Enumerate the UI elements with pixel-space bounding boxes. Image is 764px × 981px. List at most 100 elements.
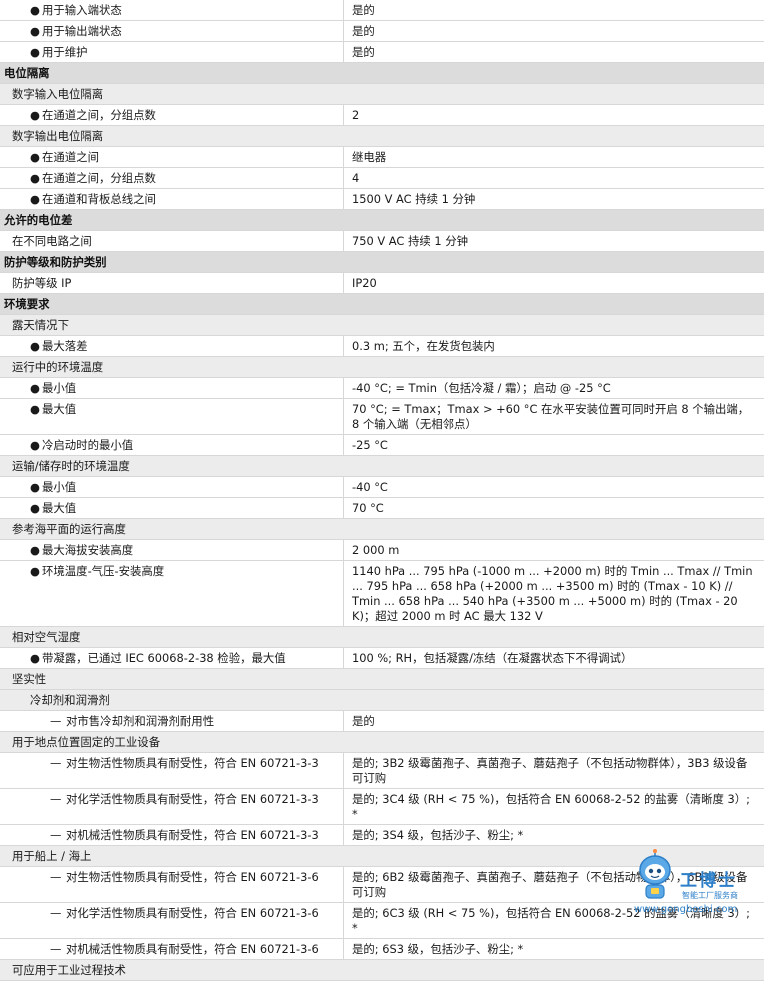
spec-label: 在通道和背板总线之间 bbox=[42, 192, 156, 206]
spec-label: 冷却剂和润滑剂 bbox=[30, 693, 110, 707]
bullet-icon: ● bbox=[30, 564, 40, 578]
spec-value bbox=[343, 456, 764, 476]
subsection-header: 数字输入电位隔离 bbox=[0, 84, 764, 105]
section-header: 防护等级和防护类别 bbox=[0, 252, 764, 273]
spec-value bbox=[343, 315, 764, 335]
section-header: 环境要求 bbox=[0, 294, 764, 315]
spec-label: 最大值 bbox=[42, 501, 77, 515]
spec-row: — 对机械活性物质具有耐受性，符合 EN 60721-3-6 是的; 6S3 级，包… bbox=[0, 939, 764, 960]
spec-value: 100 %; RH，包括凝露/冻结（在凝露状态下不得调试） bbox=[343, 648, 764, 668]
bullet-icon: ● bbox=[30, 480, 40, 494]
spec-row: ● 最大海拔安装高度 2 000 m bbox=[0, 540, 764, 561]
spec-label-cell: 露天情况下 bbox=[0, 315, 343, 335]
spec-label-cell: 数字输出电位隔离 bbox=[0, 126, 343, 146]
spec-value bbox=[343, 210, 764, 230]
spec-label-cell: 防护等级和防护类别 bbox=[0, 252, 343, 272]
subsection-header: 参考海平面的运行高度 bbox=[0, 519, 764, 540]
spec-label: 在通道之间，分组点数 bbox=[42, 171, 156, 185]
subsection-header: 可应用于工业过程技术 bbox=[0, 960, 764, 981]
spec-value: 是的 bbox=[343, 42, 764, 62]
spec-row: ● 最小值 -40 °C bbox=[0, 477, 764, 498]
spec-label-cell: ● 最小值 bbox=[0, 477, 343, 497]
spec-label: 在通道之间，分组点数 bbox=[42, 108, 156, 122]
spec-label-cell: 电位隔离 bbox=[0, 63, 343, 83]
spec-label-cell: 用于船上 / 海上 bbox=[0, 846, 343, 866]
spec-label: 电位隔离 bbox=[4, 66, 50, 80]
spec-label: 相对空气湿度 bbox=[12, 630, 81, 644]
spec-label: 数字输出电位隔离 bbox=[12, 129, 104, 143]
spec-row: ● 最大值 70 °C bbox=[0, 498, 764, 519]
spec-label-cell: ● 最小值 bbox=[0, 378, 343, 398]
spec-value: 750 V AC 持续 1 分钟 bbox=[343, 231, 764, 251]
spec-value: 70 °C; = Tmax；Tmax > +60 °C 在水平安装位置可同时开启… bbox=[343, 399, 764, 434]
spec-row: — 对市售冷却剂和润滑剂耐用性 是的 bbox=[0, 711, 764, 732]
spec-value: -40 °C; = Tmin（包括冷凝 / 霜）；启动 @ -25 °C bbox=[343, 378, 764, 398]
spec-row: — 对机械活性物质具有耐受性，符合 EN 60721-3-3 是的; 3S4 级，包… bbox=[0, 825, 764, 846]
spec-label-cell: ● 用于输入端状态 bbox=[0, 0, 343, 20]
spec-label-cell: 冷却剂和润滑剂 bbox=[0, 690, 343, 710]
dash-icon: — bbox=[50, 756, 62, 770]
spec-value bbox=[343, 627, 764, 647]
spec-label-cell: 用于地点位置固定的工业设备 bbox=[0, 732, 343, 752]
spec-label-cell: 数字输入电位隔离 bbox=[0, 84, 343, 104]
spec-label-cell: ● 在通道之间 bbox=[0, 147, 343, 167]
spec-value: 是的; 3B2 级霉菌孢子、真菌孢子、蘑菇孢子（不包括动物群体），3B3 级设备… bbox=[343, 753, 764, 788]
spec-label: 对生物活性物质具有耐受性，符合 EN 60721-3-3 bbox=[66, 756, 319, 770]
spec-label: 用于输入端状态 bbox=[42, 3, 122, 17]
spec-value bbox=[343, 294, 764, 314]
spec-label: 防护等级和防护类别 bbox=[4, 255, 107, 269]
spec-label: 冷启动时的最小值 bbox=[42, 438, 134, 452]
spec-label: 最小值 bbox=[42, 480, 77, 494]
spec-row: — 对化学活性物质具有耐受性，符合 EN 60721-3-3 是的; 3C4 级 (… bbox=[0, 789, 764, 825]
spec-label-cell: 防护等级 IP bbox=[0, 273, 343, 293]
spec-label: 对生物活性物质具有耐受性，符合 EN 60721-3-6 bbox=[66, 870, 319, 884]
spec-value bbox=[343, 252, 764, 272]
subsection-header: 相对空气湿度 bbox=[0, 627, 764, 648]
spec-label-cell: ● 最大落差 bbox=[0, 336, 343, 356]
spec-label-cell: — 对机械活性物质具有耐受性，符合 EN 60721-3-3 bbox=[0, 825, 343, 845]
spec-label-cell: 可应用于工业过程技术 bbox=[0, 960, 343, 980]
spec-row: ● 最小值 -40 °C; = Tmin（包括冷凝 / 霜）；启动 @ -25 °C bbox=[0, 378, 764, 399]
spec-label: 运输/储存时的环境温度 bbox=[12, 459, 130, 473]
spec-label: 参考海平面的运行高度 bbox=[12, 522, 126, 536]
spec-row: ● 最大落差 0.3 m; 五个，在发货包装内 bbox=[0, 336, 764, 357]
spec-label-cell: ● 用于维护 bbox=[0, 42, 343, 62]
spec-label-cell: ● 带凝露，已通过 IEC 60068-2-38 检验，最大值 bbox=[0, 648, 343, 668]
spec-label-cell: 坚实性 bbox=[0, 669, 343, 689]
spec-label: 最大海拔安装高度 bbox=[42, 543, 134, 557]
spec-row: ● 用于维护 是的 bbox=[0, 42, 764, 63]
spec-label-cell: — 对市售冷却剂和润滑剂耐用性 bbox=[0, 711, 343, 731]
spec-label: 对化学活性物质具有耐受性，符合 EN 60721-3-6 bbox=[66, 906, 319, 920]
spec-label: 用于维护 bbox=[42, 45, 88, 59]
spec-label: 坚实性 bbox=[12, 672, 47, 686]
spec-value bbox=[343, 519, 764, 539]
spec-label-cell: 在不同电路之间 bbox=[0, 231, 343, 251]
subsection-header: 运行中的环境温度 bbox=[0, 357, 764, 378]
spec-value: 是的 bbox=[343, 0, 764, 20]
spec-label: 在通道之间 bbox=[42, 150, 99, 164]
spec-value: 4 bbox=[343, 168, 764, 188]
spec-label: 最小值 bbox=[42, 381, 77, 395]
spec-label: 在不同电路之间 bbox=[12, 234, 92, 248]
spec-label-cell: 相对空气湿度 bbox=[0, 627, 343, 647]
spec-row: 在不同电路之间 750 V AC 持续 1 分钟 bbox=[0, 231, 764, 252]
spec-label-cell: ● 在通道之间，分组点数 bbox=[0, 168, 343, 188]
spec-label: 对市售冷却剂和润滑剂耐用性 bbox=[66, 714, 215, 728]
spec-value: 是的 bbox=[343, 21, 764, 41]
spec-value: 1140 hPa ... 795 hPa (-1000 m ... +2000 … bbox=[343, 561, 764, 626]
spec-label-cell: — 对化学活性物质具有耐受性，符合 EN 60721-3-6 bbox=[0, 903, 343, 938]
spec-label: 露天情况下 bbox=[12, 318, 69, 332]
bullet-icon: ● bbox=[30, 381, 40, 395]
spec-value: 2 000 m bbox=[343, 540, 764, 560]
spec-row: 防护等级 IP IP20 bbox=[0, 273, 764, 294]
spec-row: ● 用于输入端状态 是的 bbox=[0, 0, 764, 21]
spec-value bbox=[343, 63, 764, 83]
spec-value bbox=[343, 84, 764, 104]
spec-label: 数字输入电位隔离 bbox=[12, 87, 104, 101]
spec-label: 用于输出端状态 bbox=[42, 24, 122, 38]
spec-value: 是的; 6C3 级 (RH < 75 %)，包括符合 EN 60068-2-52… bbox=[343, 903, 764, 938]
bullet-icon: ● bbox=[30, 108, 40, 122]
spec-label-cell: ● 最大值 bbox=[0, 498, 343, 518]
subsection-header: 露天情况下 bbox=[0, 315, 764, 336]
spec-label: 环境温度-气压-安装高度 bbox=[42, 564, 165, 578]
